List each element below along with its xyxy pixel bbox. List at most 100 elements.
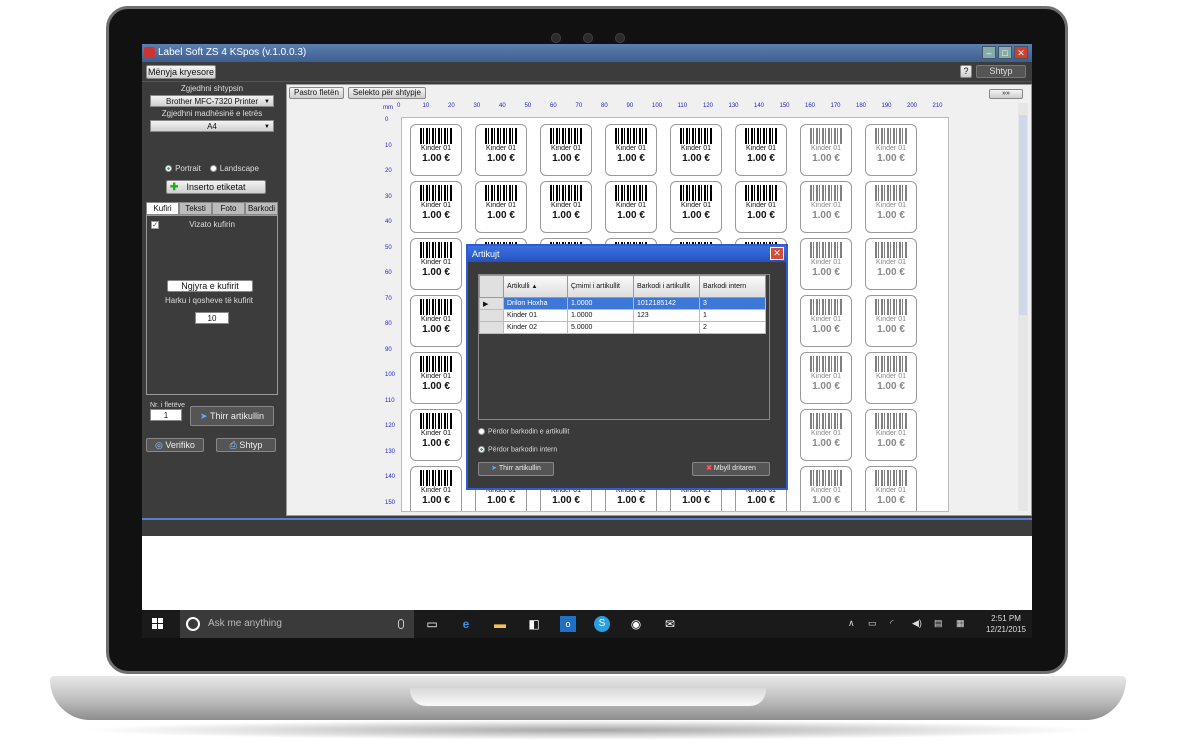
- cell-price[interactable]: 1.0000: [567, 309, 634, 322]
- col-internal[interactable]: Barkodi intern: [699, 275, 766, 298]
- tab-border[interactable]: Kufiri: [146, 202, 179, 215]
- close-dialog-button[interactable]: ✖ Mbyll dritaren: [692, 462, 770, 476]
- label-tile[interactable]: Kinder 011.00 €: [475, 181, 527, 233]
- cell-item[interactable]: Kinder 01: [503, 309, 568, 322]
- internal-barcode-radio[interactable]: [478, 446, 485, 453]
- landscape-radio[interactable]: [209, 165, 217, 173]
- tab-barcode[interactable]: Barkodi: [245, 202, 278, 215]
- option-internal-barcode[interactable]: Përdor barkodin intern: [478, 446, 557, 453]
- label-tile[interactable]: Kinder 011.00 €: [800, 238, 852, 290]
- edge-icon[interactable]: e: [458, 616, 474, 632]
- wifi-icon[interactable]: ◜: [890, 618, 894, 629]
- print-button[interactable]: ⎙ Shtyp: [216, 438, 276, 452]
- label-tile[interactable]: Kinder 011.00 €: [800, 181, 852, 233]
- label-tile[interactable]: Kinder 011.00 €: [800, 409, 852, 461]
- battery-icon[interactable]: ▭: [868, 618, 877, 629]
- item-barcode-radio[interactable]: [478, 428, 485, 435]
- tab-photo[interactable]: Foto: [212, 202, 245, 215]
- label-tile[interactable]: Kinder 011.00 €: [735, 181, 787, 233]
- printer-select[interactable]: Brother MFC-7320 Printer: [150, 95, 274, 108]
- fetch-item-button[interactable]: ➤ Thirr artikullin: [478, 462, 554, 476]
- collapse-button[interactable]: »»: [989, 89, 1023, 99]
- option-item-barcode[interactable]: Përdor barkodin e artikullit: [478, 428, 569, 435]
- table-row[interactable]: ▶ Drilon Hoxha 1.0000 1012185142 3: [479, 297, 766, 310]
- label-tile[interactable]: Kinder 011.00 €: [410, 466, 462, 511]
- clear-sheet-button[interactable]: Pastro fletën: [289, 87, 344, 99]
- border-color-button[interactable]: Ngjyra e kufirit: [167, 280, 253, 292]
- minimize-icon[interactable]: –: [982, 46, 996, 59]
- cell-barcode[interactable]: 1012185142: [633, 297, 700, 310]
- windows-start-icon[interactable]: [152, 618, 164, 630]
- search-box[interactable]: Ask me anything: [180, 610, 414, 638]
- mail-icon[interactable]: ✉: [662, 616, 678, 632]
- media-icon[interactable]: ◉: [628, 616, 644, 632]
- label-tile[interactable]: Kinder 011.00 €: [800, 352, 852, 404]
- task-view-icon[interactable]: ▭: [424, 616, 440, 632]
- skype-icon[interactable]: S: [594, 616, 610, 632]
- label-tile[interactable]: Kinder 011.00 €: [865, 466, 917, 511]
- label-tile[interactable]: Kinder 011.00 €: [410, 181, 462, 233]
- label-tile[interactable]: Kinder 011.00 €: [865, 238, 917, 290]
- insert-labels-button[interactable]: ✚ Inserto etiketat: [166, 180, 266, 194]
- label-tile[interactable]: Kinder 011.00 €: [800, 466, 852, 511]
- cell-price[interactable]: 1.0000: [567, 297, 634, 310]
- chevron-up-icon[interactable]: ∧: [848, 618, 855, 629]
- store-icon[interactable]: ◧: [526, 616, 542, 632]
- portrait-radio[interactable]: [165, 165, 173, 173]
- label-tile[interactable]: Kinder 011.00 €: [410, 295, 462, 347]
- corner-radius-spinner[interactable]: 10: [195, 312, 229, 324]
- cell-barcode[interactable]: 123: [633, 309, 700, 322]
- maximize-icon[interactable]: □: [998, 46, 1012, 59]
- label-tile[interactable]: Kinder 011.00 €: [410, 352, 462, 404]
- label-tile[interactable]: Kinder 011.00 €: [800, 124, 852, 176]
- label-tile[interactable]: Kinder 011.00 €: [475, 124, 527, 176]
- select-for-print-button[interactable]: Selekto për shtypje: [347, 87, 426, 99]
- outlook-icon[interactable]: o: [560, 616, 576, 632]
- clock[interactable]: 2:51 PM 12/21/2015: [986, 613, 1026, 635]
- paper-select[interactable]: A4: [150, 120, 274, 133]
- select-item-button[interactable]: ➤ Thirr artikullin: [190, 406, 274, 426]
- tab-text[interactable]: Teksti: [179, 202, 212, 215]
- label-tile[interactable]: Kinder 011.00 €: [410, 238, 462, 290]
- label-tile[interactable]: Kinder 011.00 €: [540, 181, 592, 233]
- label-tile[interactable]: Kinder 011.00 €: [865, 352, 917, 404]
- notifications-icon[interactable]: ▤: [934, 618, 943, 629]
- verify-button[interactable]: ◎ Verifiko: [146, 438, 204, 452]
- keyboard-icon[interactable]: ▦: [956, 618, 965, 629]
- cell-item[interactable]: Drilon Hoxha: [503, 297, 568, 310]
- microphone-icon[interactable]: [398, 619, 404, 629]
- close-icon[interactable]: ✕: [1014, 46, 1028, 59]
- col-price[interactable]: Çmimi i artikullit: [567, 275, 634, 298]
- help-button[interactable]: ?: [960, 65, 972, 78]
- cell-internal[interactable]: 3: [699, 297, 766, 310]
- label-tile[interactable]: Kinder 011.00 €: [865, 124, 917, 176]
- label-tile[interactable]: Kinder 011.00 €: [735, 124, 787, 176]
- label-tile[interactable]: Kinder 011.00 €: [865, 181, 917, 233]
- file-explorer-icon[interactable]: ▬: [492, 616, 508, 632]
- volume-icon[interactable]: ◀): [912, 618, 922, 629]
- table-row[interactable]: Kinder 01 1.0000 123 1: [479, 309, 766, 322]
- print-top-button[interactable]: Shtyp: [976, 65, 1026, 78]
- label-tile[interactable]: Kinder 011.00 €: [410, 124, 462, 176]
- label-tile[interactable]: Kinder 011.00 €: [605, 124, 657, 176]
- label-tile[interactable]: Kinder 011.00 €: [605, 181, 657, 233]
- main-menu-button[interactable]: Mënyja kryesore: [146, 65, 216, 79]
- draw-border-checkbox[interactable]: ✓: [151, 221, 159, 229]
- scroll-thumb[interactable]: [1019, 115, 1027, 315]
- label-tile[interactable]: Kinder 011.00 €: [670, 181, 722, 233]
- table-row[interactable]: Kinder 02 5.0000 2: [479, 321, 766, 334]
- copies-input[interactable]: 1: [150, 409, 182, 421]
- dialog-close-icon[interactable]: ✕: [770, 247, 784, 260]
- cell-price[interactable]: 5.0000: [567, 321, 634, 334]
- label-tile[interactable]: Kinder 011.00 €: [800, 295, 852, 347]
- cell-internal[interactable]: 2: [699, 321, 766, 334]
- label-tile[interactable]: Kinder 011.00 €: [865, 409, 917, 461]
- canvas-scrollbar[interactable]: [1018, 103, 1028, 511]
- label-tile[interactable]: Kinder 011.00 €: [540, 124, 592, 176]
- cell-barcode[interactable]: [633, 321, 700, 334]
- col-barcode[interactable]: Barkodi i artikullit: [633, 275, 700, 298]
- label-tile[interactable]: Kinder 011.00 €: [865, 295, 917, 347]
- cell-item[interactable]: Kinder 02: [503, 321, 568, 334]
- label-tile[interactable]: Kinder 011.00 €: [670, 124, 722, 176]
- label-tile[interactable]: Kinder 011.00 €: [410, 409, 462, 461]
